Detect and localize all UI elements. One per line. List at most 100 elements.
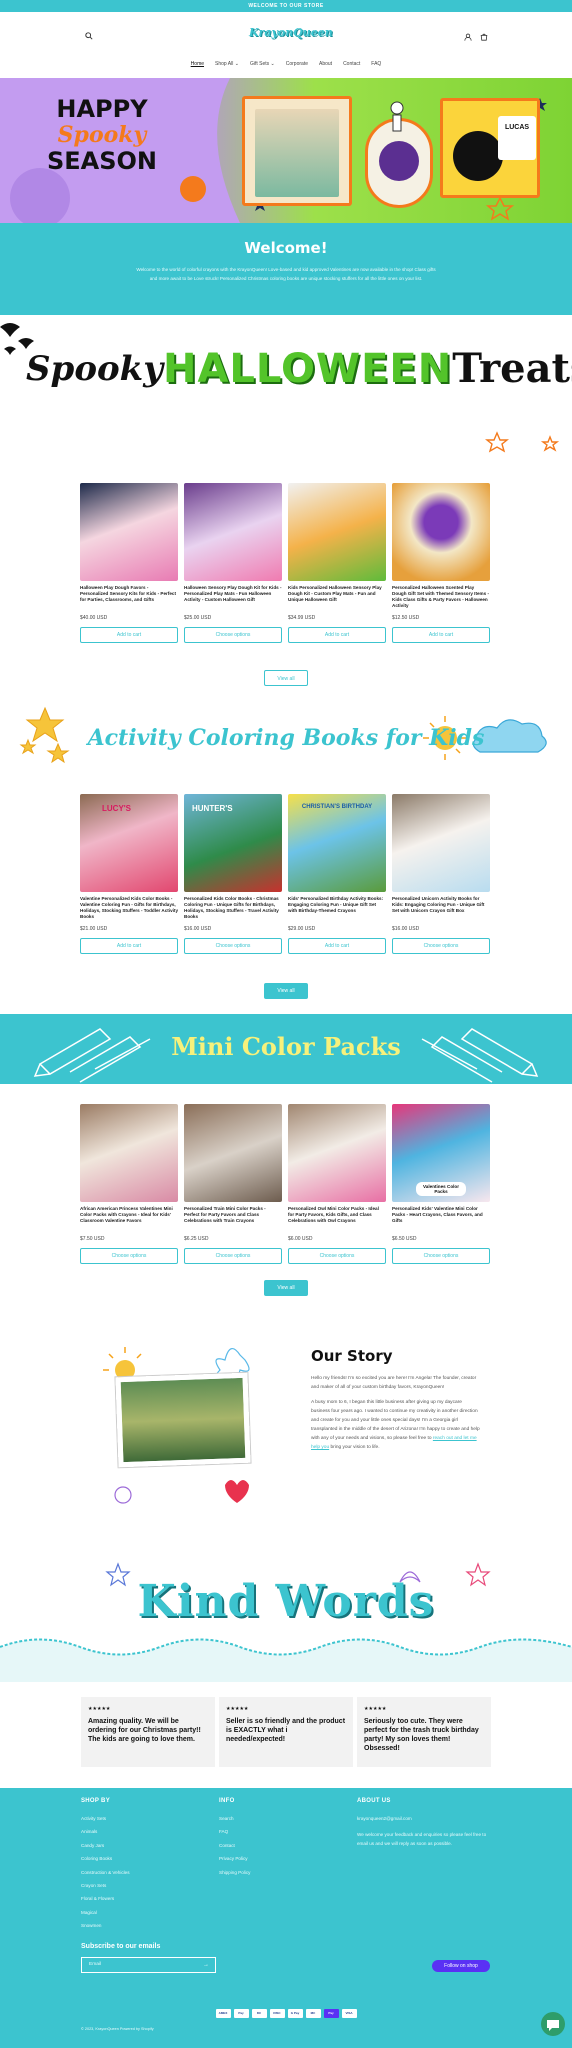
- nav-about[interactable]: About: [319, 61, 332, 67]
- product-title[interactable]: Valentine Personalized Kids Color Books …: [80, 896, 178, 924]
- choose-options-button[interactable]: Choose options: [288, 1248, 386, 1264]
- product-card[interactable]: Halloween Sensory Play Dough Kit for Kid…: [184, 483, 282, 643]
- book-cover-text: LUCY'S: [102, 804, 132, 813]
- product-card[interactable]: Halloween Play Dough Favors - Personaliz…: [80, 483, 178, 643]
- testimonial-quote: Seller is so friendly and the product is…: [226, 1718, 346, 1743]
- product-title[interactable]: Personalized Halloween Scented Play Doug…: [392, 585, 490, 613]
- diners-club-icon: DC: [251, 2009, 267, 2018]
- product-card[interactable]: HUNTER'S Personalized Kids Color Books -…: [184, 794, 282, 954]
- nav-corporate[interactable]: Corporate: [286, 61, 308, 67]
- view-all-mini-button[interactable]: View all: [264, 1280, 308, 1296]
- story-paragraph-2-end: bring your vision to life.: [330, 1445, 380, 1450]
- footer-about-text: We welcome your feedback and enquiries s…: [357, 1832, 487, 1846]
- product-image[interactable]: [288, 1104, 386, 1202]
- footer-link[interactable]: Contact: [219, 1839, 250, 1852]
- email-field[interactable]: Email →: [81, 1957, 216, 1973]
- search-icon[interactable]: [84, 32, 94, 42]
- product-image[interactable]: LUCY'S: [80, 794, 178, 892]
- product-image[interactable]: [392, 794, 490, 892]
- product-card[interactable]: African American Princess Valentines Min…: [80, 1104, 178, 1264]
- product-card[interactable]: Kids Personalized Halloween Sensory Play…: [288, 483, 386, 643]
- nav-home[interactable]: Home: [191, 61, 204, 67]
- nav-faq[interactable]: FAQ: [371, 61, 381, 67]
- product-image[interactable]: CHRISTIAN'S BIRTHDAY: [288, 794, 386, 892]
- footer-link[interactable]: Coloring Books: [81, 1852, 130, 1865]
- product-title[interactable]: Personalized Train Mini Color Packs - Pe…: [184, 1206, 282, 1234]
- product-title[interactable]: Personalized Owl Mini Color Packs - Idea…: [288, 1206, 386, 1234]
- footer-link[interactable]: Search: [219, 1812, 250, 1825]
- product-title[interactable]: Personalized Kids Color Books - Christma…: [184, 896, 282, 924]
- add-to-cart-button[interactable]: Add to cart: [392, 627, 490, 643]
- product-card[interactable]: CHRISTIAN'S BIRTHDAY Kids' Personalized …: [288, 794, 386, 954]
- choose-options-button[interactable]: Choose options: [80, 1248, 178, 1264]
- amex-icon: AMEX: [215, 2009, 231, 2018]
- add-to-cart-button[interactable]: Add to cart: [288, 938, 386, 954]
- product-image[interactable]: Valentines Color Packs: [392, 1104, 490, 1202]
- follow-on-shop-button[interactable]: Follow on shop: [432, 1960, 490, 1972]
- rating-stars: ★★★★★: [226, 1706, 249, 1712]
- arrow-right-icon[interactable]: →: [203, 1958, 209, 1972]
- add-to-cart-button[interactable]: Add to cart: [288, 627, 386, 643]
- product-price: $29.00 USD: [288, 926, 316, 932]
- product-card[interactable]: Personalized Owl Mini Color Packs - Idea…: [288, 1104, 386, 1264]
- welcome-section: Welcome! Welcome to the world of colorfu…: [0, 223, 572, 315]
- choose-options-button[interactable]: Choose options: [184, 627, 282, 643]
- footer-link[interactable]: FAQ: [219, 1825, 250, 1838]
- choose-options-button[interactable]: Choose options: [184, 938, 282, 954]
- nav-shop-all[interactable]: Shop All ⌄: [215, 61, 239, 67]
- account-icon[interactable]: [463, 33, 473, 43]
- footer-link[interactable]: Construction & Vehicles: [81, 1866, 130, 1879]
- choose-options-button[interactable]: Choose options: [184, 1248, 282, 1264]
- product-image[interactable]: [184, 483, 282, 581]
- product-image[interactable]: [80, 1104, 178, 1202]
- footer-link[interactable]: Crayon Sets: [81, 1879, 130, 1892]
- footer-link[interactable]: Animals: [81, 1825, 130, 1838]
- product-title[interactable]: Personalized Unicorn Activity Books for …: [392, 896, 490, 924]
- choose-options-button[interactable]: Choose options: [392, 938, 490, 954]
- product-title[interactable]: Personalized Kids' Valentine Mini Color …: [392, 1206, 490, 1234]
- product-card[interactable]: Personalized Train Mini Color Packs - Pe…: [184, 1104, 282, 1264]
- view-all-halloween-button[interactable]: View all: [264, 670, 308, 686]
- footer-link[interactable]: Floral & Flowers: [81, 1892, 130, 1905]
- product-card[interactable]: LUCY'S Valentine Personalized Kids Color…: [80, 794, 178, 954]
- footer-link[interactable]: Magical: [81, 1906, 130, 1919]
- footer-link[interactable]: Activity Sets: [81, 1812, 130, 1825]
- product-image[interactable]: [80, 483, 178, 581]
- product-title[interactable]: Halloween Play Dough Favors - Personaliz…: [80, 585, 178, 613]
- footer-link[interactable]: Candy Jars: [81, 1839, 130, 1852]
- footer-link[interactable]: Shipping Policy: [219, 1866, 250, 1879]
- hero-halloween-card: LUCAS: [440, 98, 540, 198]
- choose-options-button[interactable]: Choose options: [392, 1248, 490, 1264]
- site-header: KrayonQueen Home Shop All ⌄ Gift Sets ⌄ …: [0, 12, 572, 78]
- nav-gift-sets[interactable]: Gift Sets ⌄: [250, 61, 275, 67]
- view-all-activity-button[interactable]: View all: [264, 983, 308, 999]
- site-logo[interactable]: KrayonQueen: [249, 26, 333, 44]
- story-content: Our Story Hello my friends! I'm so excit…: [311, 1347, 481, 1452]
- product-image[interactable]: [184, 1104, 282, 1202]
- add-to-cart-button[interactable]: Add to cart: [80, 938, 178, 954]
- product-card[interactable]: Personalized Halloween Scented Play Doug…: [392, 483, 490, 643]
- copyright: © 2023, KrayonQueen Powered by Shopify: [81, 2027, 154, 2031]
- add-to-cart-button[interactable]: Add to cart: [80, 627, 178, 643]
- nav-contact[interactable]: Contact: [343, 61, 360, 67]
- cart-icon[interactable]: [479, 33, 489, 43]
- testimonial-card: ★★★★★ Seller is so friendly and the prod…: [219, 1697, 353, 1767]
- product-title[interactable]: Kids Personalized Halloween Sensory Play…: [288, 585, 386, 613]
- product-card[interactable]: Personalized Unicorn Activity Books for …: [392, 794, 490, 954]
- product-card[interactable]: Valentines Color Packs Personalized Kids…: [392, 1104, 490, 1264]
- footer-link[interactable]: Snowmen: [81, 1919, 130, 1932]
- banner-word-halloween: HALLOWEEN: [163, 345, 453, 392]
- kind-words-banner: Kind Words: [0, 1552, 572, 1682]
- hero-banner[interactable]: HAPPY Spooky SEASON LUCAS: [0, 78, 572, 223]
- email-placeholder: Email: [89, 1962, 101, 1967]
- product-title[interactable]: African American Princess Valentines Min…: [80, 1206, 178, 1234]
- footer-link[interactable]: Privacy Policy: [219, 1852, 250, 1865]
- product-image[interactable]: HUNTER'S: [184, 794, 282, 892]
- hero-product-card: [242, 96, 352, 206]
- product-image[interactable]: [392, 483, 490, 581]
- chat-button[interactable]: [541, 2012, 565, 2036]
- product-title[interactable]: Kids' Personalized Birthday Activity Boo…: [288, 896, 386, 924]
- footer-email[interactable]: krayonqueen2@gmail.com: [357, 1812, 491, 1825]
- product-title[interactable]: Halloween Sensory Play Dough Kit for Kid…: [184, 585, 282, 613]
- product-image[interactable]: [288, 483, 386, 581]
